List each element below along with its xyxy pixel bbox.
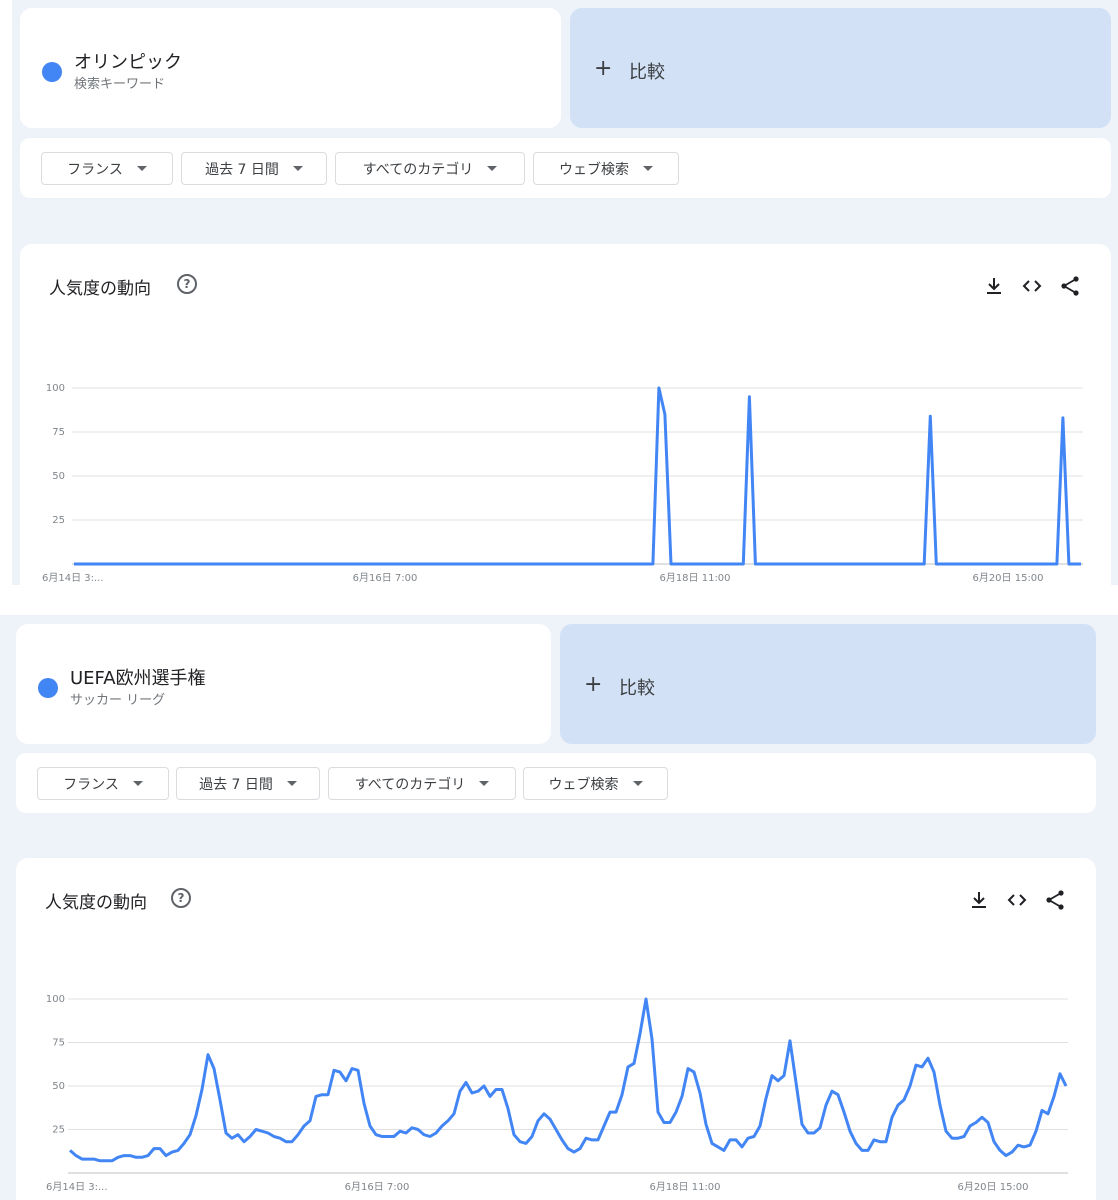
trend-line-chart: 25 50 75 100 6月14日 3:... 6月16日 7:00 6月18日 11:0…: [46, 994, 1068, 1193]
trend-panel-1: オリンピック 検索キーワード + 比較 フランス 過去 7 日間 すべてのカテゴ…: [0, 0, 1118, 585]
x-tick-label: 6月20日 15:00: [957, 1181, 1028, 1193]
x-tick-label: 6月18日 11:00: [659, 572, 730, 584]
x-tick-label: 6月18日 11:00: [649, 1181, 720, 1193]
y-tick-label: 100: [46, 994, 65, 1005]
x-tick-label: 6月20日 15:00: [972, 572, 1043, 584]
x-tick-label: 6月14日 3:...: [42, 572, 104, 584]
y-tick-label: 25: [52, 515, 65, 526]
y-tick-label: 100: [46, 383, 65, 394]
series-line: [69, 997, 1068, 1163]
y-tick-label: 50: [52, 1081, 65, 1092]
y-tick-label: 50: [52, 471, 65, 482]
y-tick-label: 25: [52, 1125, 65, 1136]
y-tick-label: 75: [52, 427, 65, 438]
x-tick-label: 6月16日 7:00: [353, 572, 418, 584]
trend-line-chart: 25 50 75 100 6月14日 3:... 6月16日 7:00 6月18日 11:0…: [42, 383, 1083, 584]
panel-separator: [0, 585, 1118, 615]
x-tick-label: 6月14日 3:...: [46, 1181, 108, 1193]
y-tick-label: 75: [52, 1038, 65, 1049]
trend-panel-2: UEFA欧州選手権 サッカー リーグ + 比較 フランス 過去 7 日間 すべて…: [0, 615, 1118, 1200]
x-tick-label: 6月16日 7:00: [345, 1181, 410, 1193]
